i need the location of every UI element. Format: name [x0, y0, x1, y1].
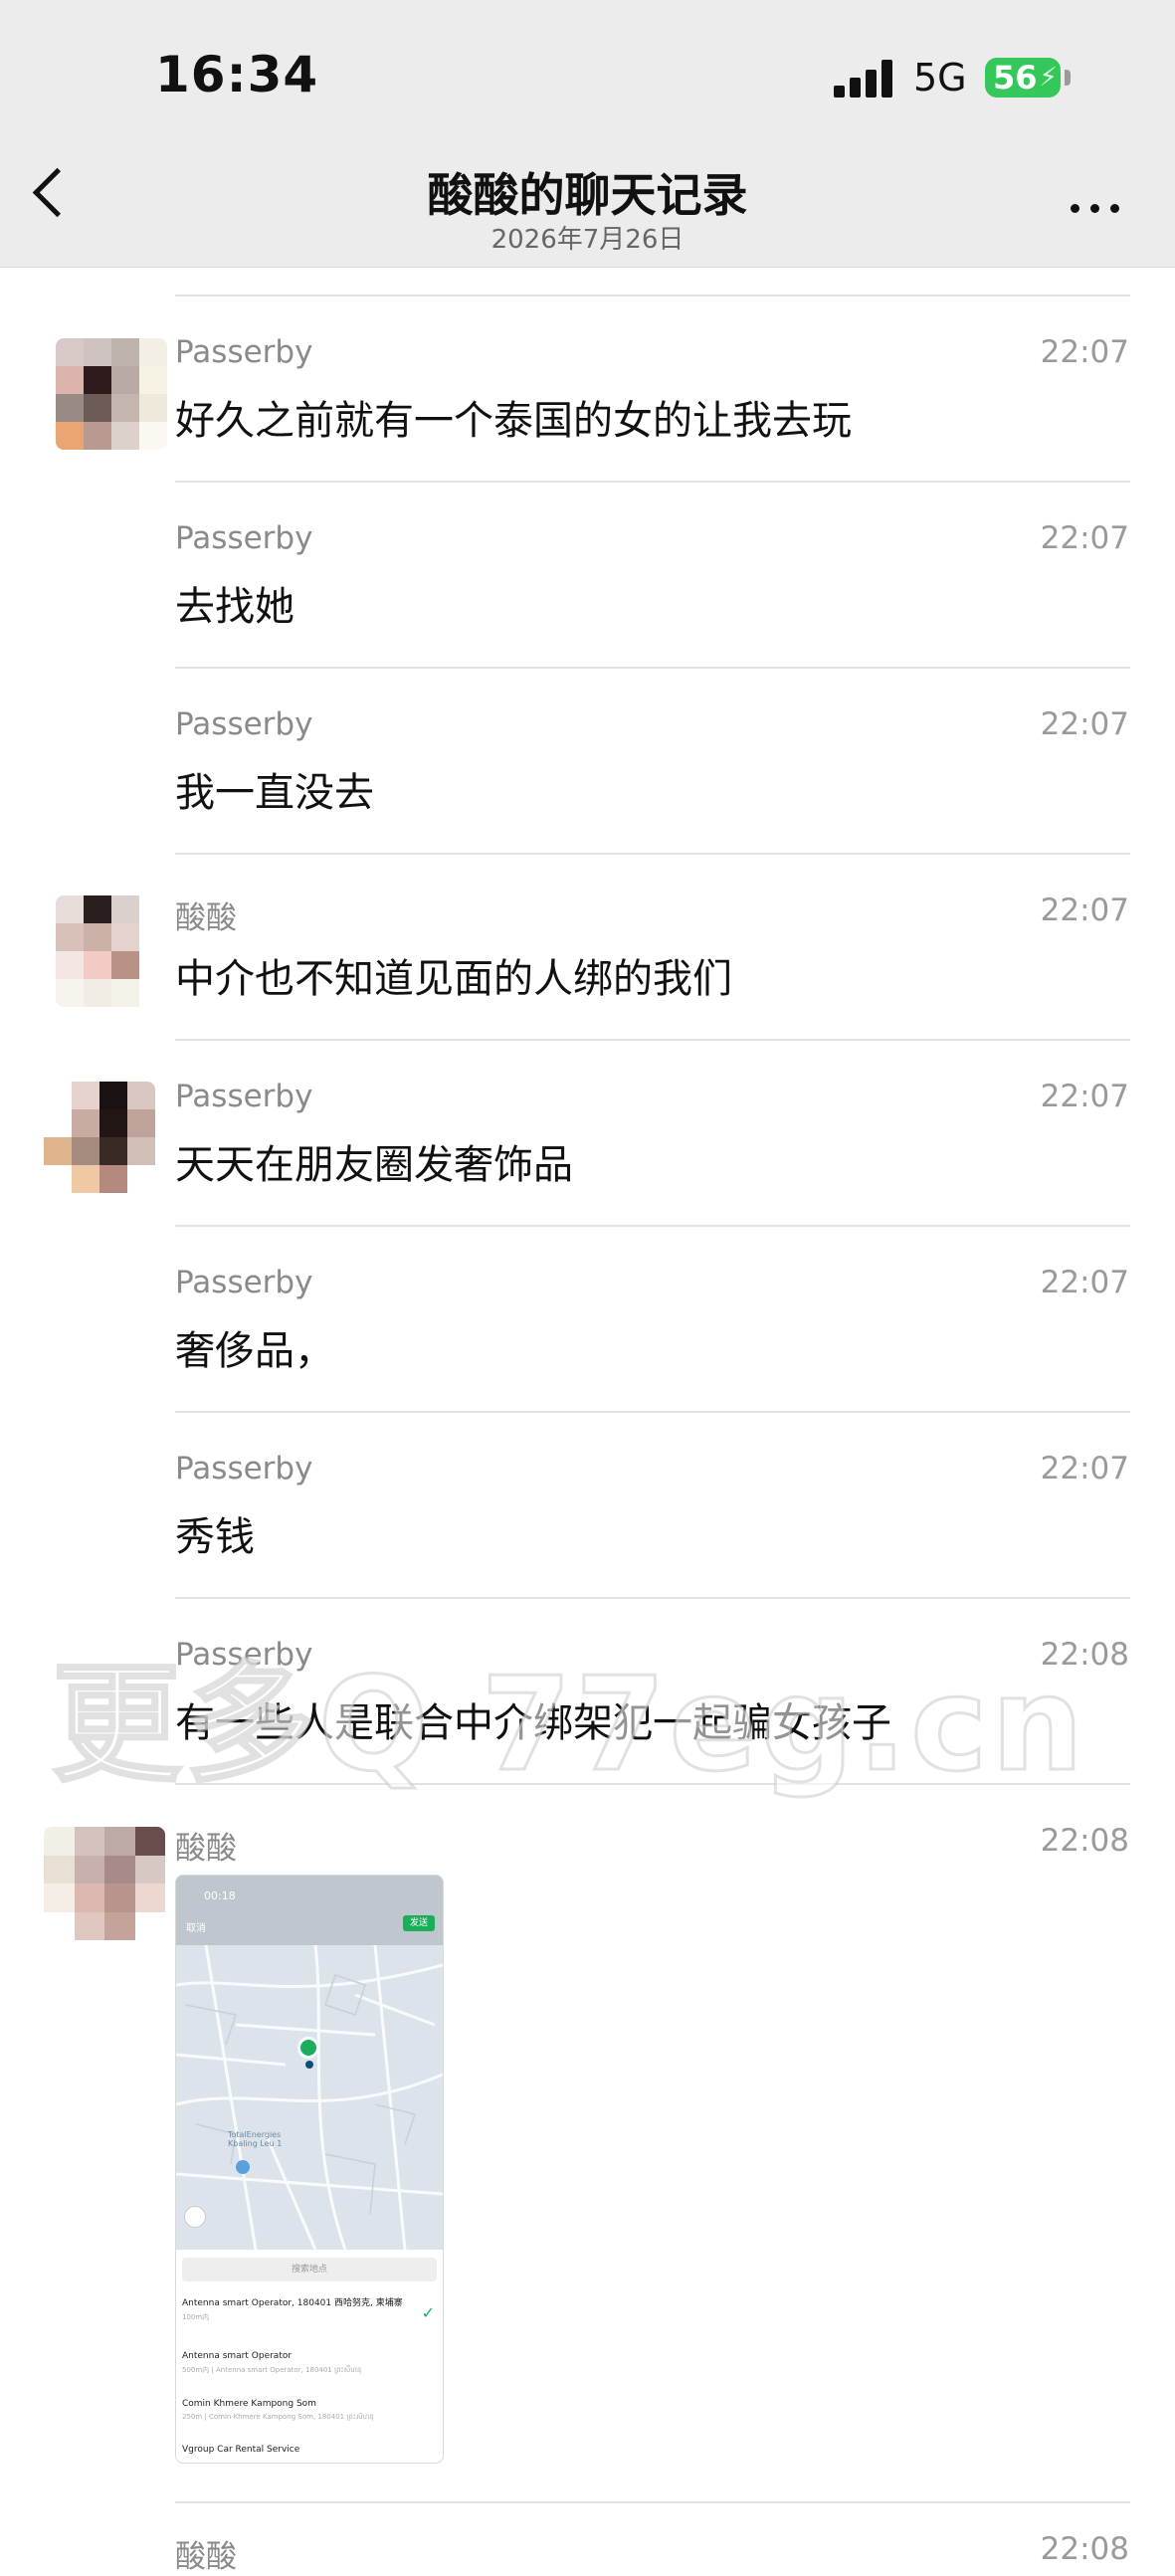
shot-result-title: Antenna smart Operator, 180401 西哈努克, 柬埔寨	[182, 2298, 403, 2308]
message-text: 我一直没去	[175, 770, 374, 816]
message-time: 22:07	[1040, 520, 1129, 556]
divider	[175, 1597, 1130, 1599]
message-text: 有一些人是联合中介绑架犯一起骗女孩子	[175, 1700, 891, 1746]
shot-send-label: 发送	[403, 1915, 435, 1931]
shot-result-title: Antenna smart Operator	[182, 2351, 293, 2361]
shot-result-sub: 500m内 | Antenna smart Operator, 180401 ព…	[182, 2366, 362, 2374]
message-text: 好久之前就有一个泰国的女的让我去玩	[175, 398, 852, 444]
message-text: 中介也不知道见面的人绑的我们	[175, 956, 732, 1002]
message-sender: Passerby	[175, 334, 313, 370]
message-sender: 酸酸	[175, 2539, 237, 2575]
message-sender: 酸酸	[175, 900, 237, 936]
divider	[175, 481, 1130, 483]
message-sender: Passerby	[175, 706, 313, 742]
battery-cap	[1065, 70, 1071, 86]
message-sender: Passerby	[175, 1265, 313, 1300]
message-text: 天天在朋友圈发奢饰品	[175, 1142, 573, 1188]
avatar[interactable]	[44, 1082, 155, 1193]
message-sender: Passerby	[175, 520, 313, 556]
nav-header: 16:34 5G 56 ⚡ 酸酸的聊天记录 2026年7月26日	[0, 0, 1175, 268]
message-time: 22:07	[1040, 1079, 1129, 1114]
shot-result-title: Comin Khmere Kampong Som	[182, 2399, 316, 2409]
shot-result-row: Comin Khmere Kampong Som 250m | Comin Kh…	[182, 2399, 437, 2423]
avatar[interactable]	[44, 1827, 165, 1940]
map-poi-label: TotalEnergies Kbaling Leu 1	[228, 2130, 283, 2148]
page-title: 酸酸的聊天记录	[427, 168, 748, 222]
shot-status-time: 00:18	[204, 1889, 236, 1902]
message-sender: Passerby	[175, 1079, 313, 1114]
shot-result-title: Vgroup Car Rental Service	[182, 2445, 300, 2455]
message-text: 秀钱	[175, 1514, 255, 1560]
shot-cancel-label: 取消	[186, 1923, 206, 1934]
location-pin-icon	[297, 2037, 319, 2059]
message-time: 22:08	[1040, 1637, 1129, 1673]
battery-icon: 56 ⚡	[985, 58, 1061, 98]
shot-result-row: Antenna smart Operator, 180401 西哈努克, 柬埔寨…	[182, 2295, 437, 2322]
signal-icon	[834, 60, 895, 98]
shot-result-sub: 100m内	[182, 2313, 210, 2321]
message-time: 22:07	[1040, 334, 1129, 370]
divider	[175, 295, 1130, 297]
shot-result-row: Vgroup Car Rental Service	[182, 2445, 437, 2455]
divider	[175, 1225, 1130, 1227]
shared-image[interactable]: 00:18 取消 发送 TotalEnergies Kbaling Leu 1 …	[175, 1875, 444, 2464]
message-sender: Passerby	[175, 1451, 313, 1486]
status-time: 16:34	[155, 46, 319, 103]
message-sender: Passerby	[175, 1637, 313, 1673]
message-time: 22:07	[1040, 1451, 1129, 1486]
divider	[175, 1783, 1130, 1785]
message-time: 22:07	[1040, 892, 1129, 928]
shot-result-row: Antenna smart Operator 500m内 | Antenna s…	[182, 2351, 437, 2376]
divider	[175, 1039, 1130, 1041]
divider	[175, 853, 1130, 855]
message-time: 22:08	[1040, 1823, 1129, 1859]
location-dot-icon	[305, 2061, 313, 2069]
avatar[interactable]	[56, 338, 167, 450]
locate-icon	[184, 2206, 206, 2228]
avatar[interactable]	[56, 895, 167, 1007]
battery-level: 56	[993, 59, 1038, 97]
shot-result-sub: 250m | Comin Khmere Kampong Som, 180401 …	[182, 2413, 374, 2421]
check-icon: ✓	[421, 2303, 435, 2322]
shot-search-field: 搜索地点	[182, 2258, 437, 2281]
message-time: 22:07	[1040, 706, 1129, 742]
page-subtitle: 2026年7月26日	[490, 225, 685, 255]
message-text: 去找她	[175, 584, 294, 630]
network-label: 5G	[913, 56, 967, 99]
divider	[175, 2501, 1130, 2503]
message-text: 奢侈品，	[175, 1328, 334, 1374]
divider	[175, 1411, 1130, 1413]
more-options-icon[interactable]	[1071, 204, 1122, 214]
poi-marker-icon	[236, 2160, 250, 2174]
divider	[175, 667, 1130, 669]
message-time: 22:08	[1040, 2531, 1129, 2567]
message-sender: 酸酸	[175, 1831, 237, 1867]
message-time: 22:07	[1040, 1265, 1129, 1300]
